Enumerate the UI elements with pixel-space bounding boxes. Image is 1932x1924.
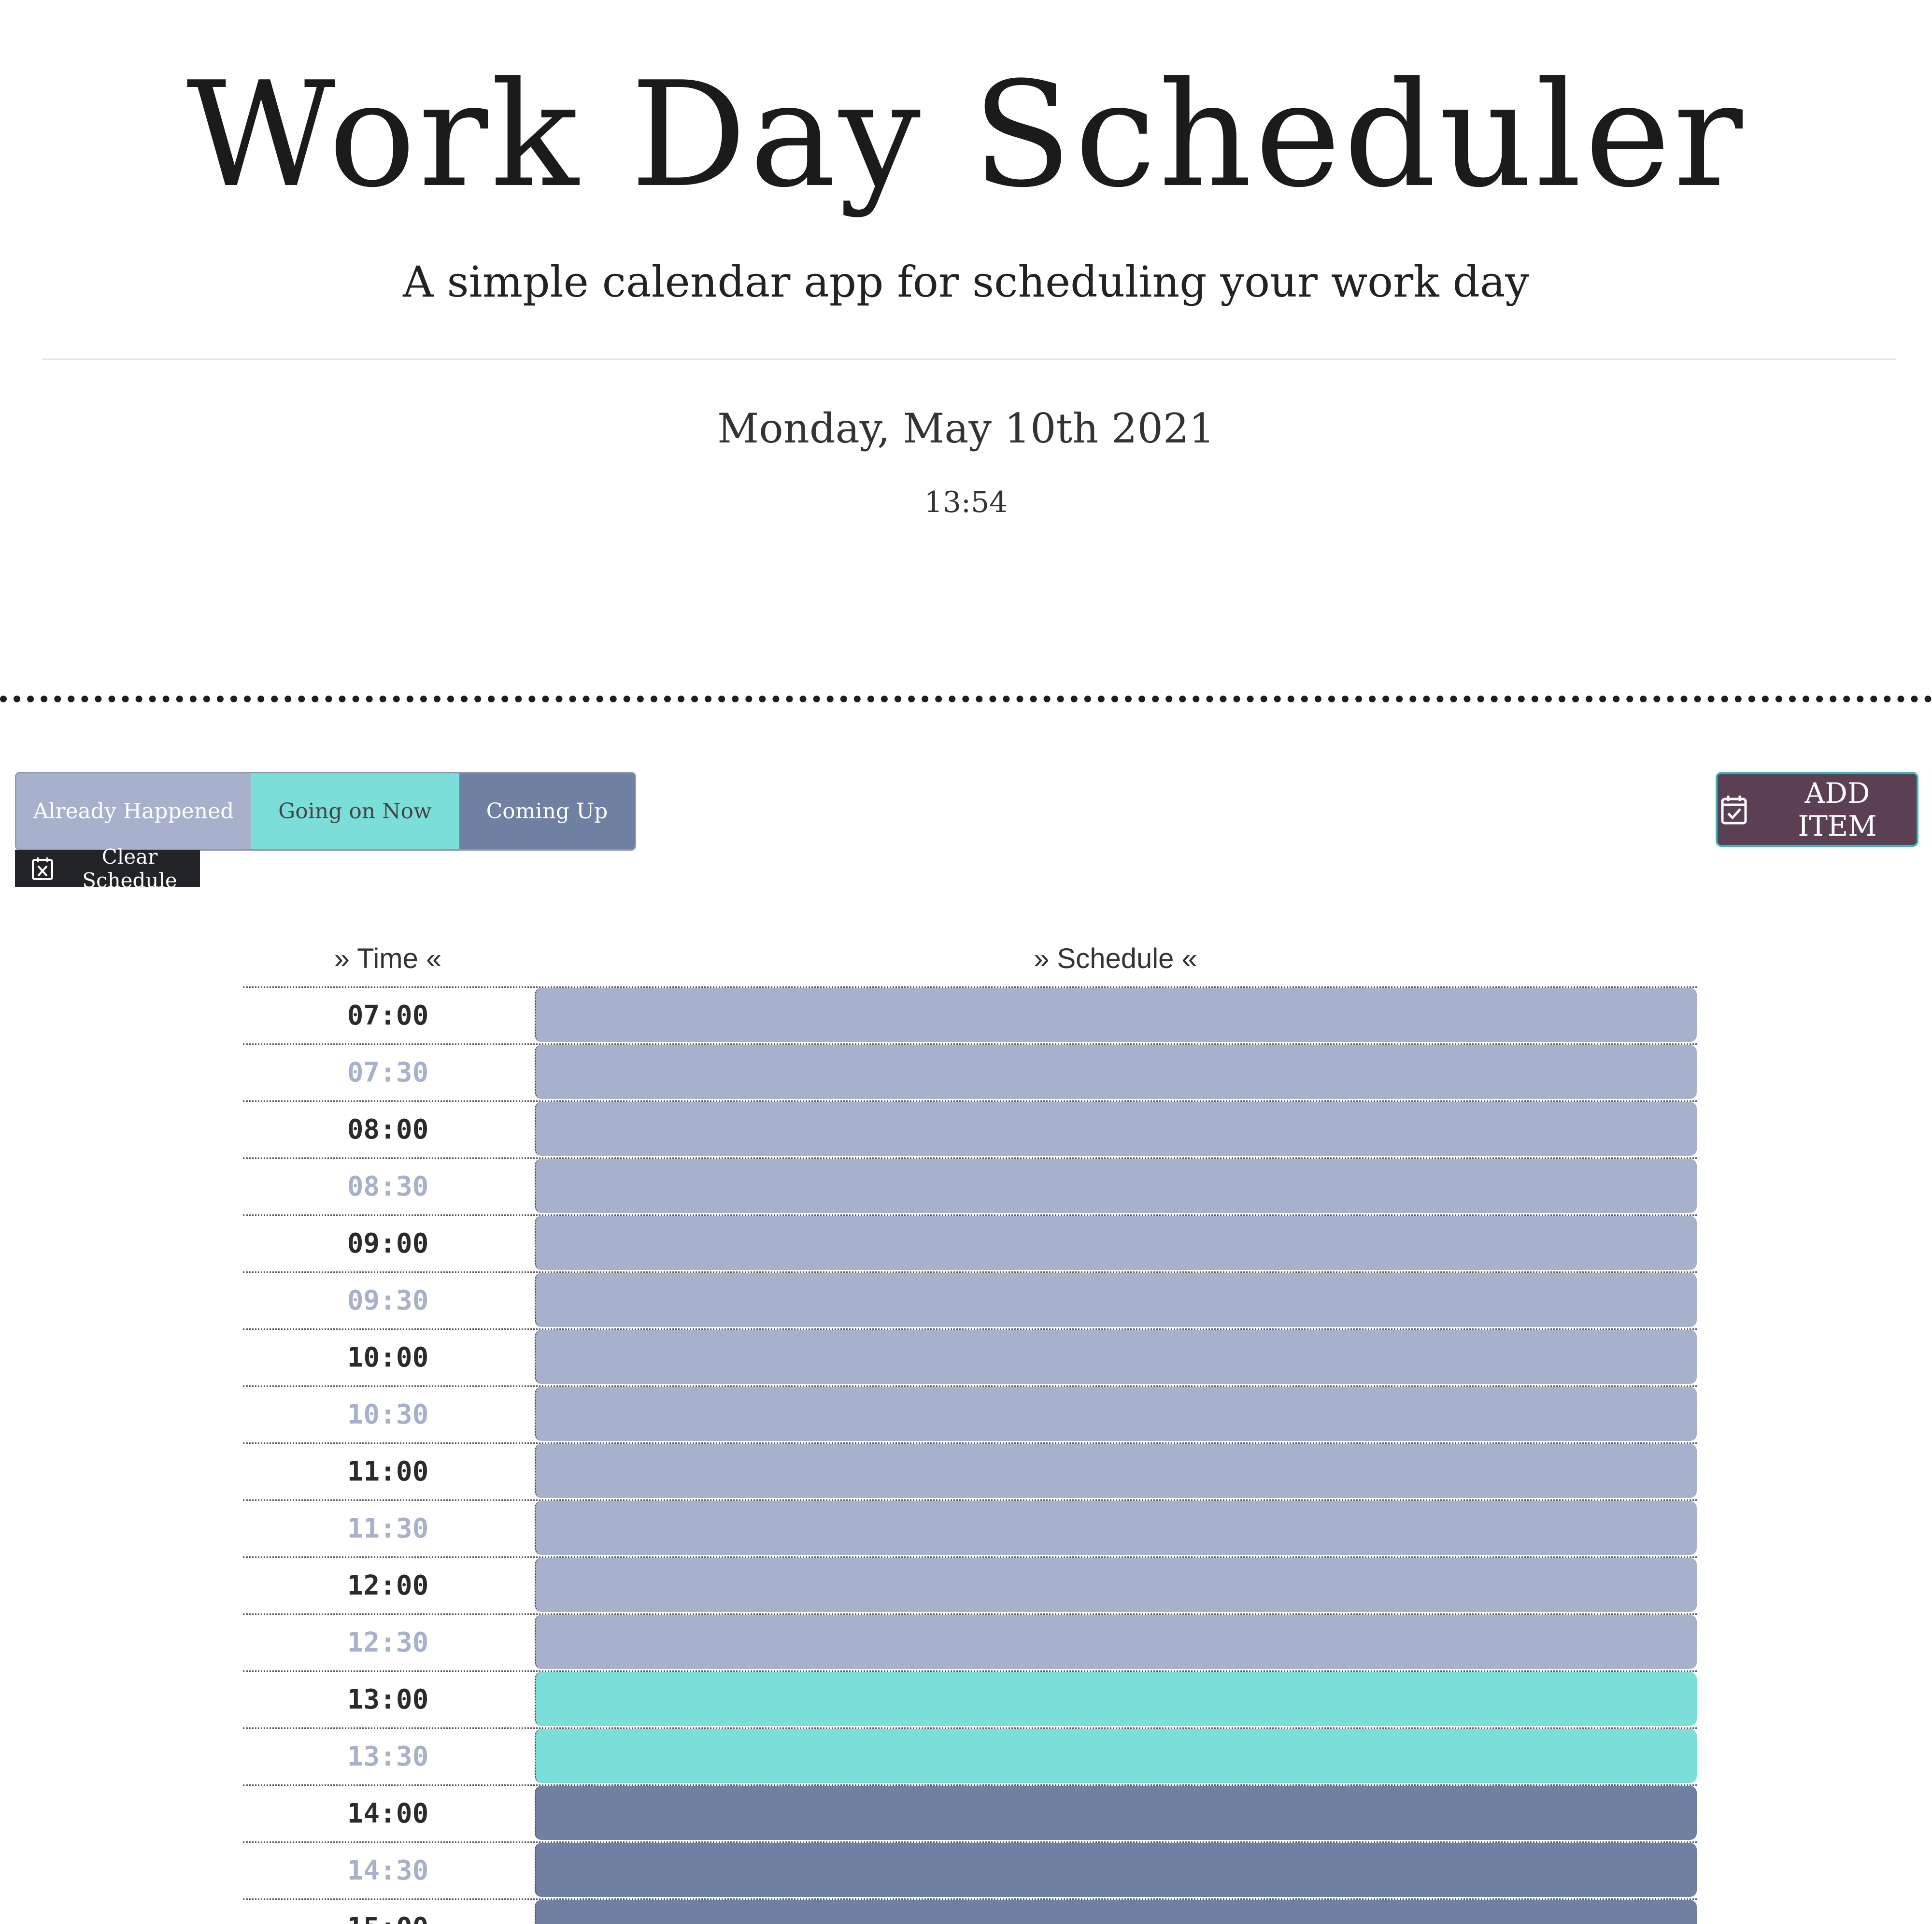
table-row: 07:30 xyxy=(243,1043,1697,1100)
table-row: 15:00 xyxy=(243,1898,1697,1924)
schedule-slot-past[interactable] xyxy=(535,1501,1697,1555)
schedule-slot-past[interactable] xyxy=(535,1444,1697,1498)
schedule-slot-present[interactable] xyxy=(535,1729,1697,1783)
clear-schedule-label: Clear Schedule xyxy=(82,845,177,892)
time-label: 07:00 xyxy=(347,1000,429,1031)
table-row: 10:00 xyxy=(243,1328,1697,1385)
table-row: 10:30 xyxy=(243,1385,1697,1442)
schedule-slot-future[interactable] xyxy=(535,1900,1697,1924)
table-row: 12:00 xyxy=(243,1556,1697,1613)
schedule-column-header: » Schedule « xyxy=(1034,943,1197,974)
legend-present: Going on Now xyxy=(251,773,459,849)
schedule-slot-future[interactable] xyxy=(535,1843,1697,1897)
time-label: 12:00 xyxy=(347,1570,429,1601)
schedule-slot-past[interactable] xyxy=(535,1330,1697,1384)
schedule-slot-past[interactable] xyxy=(535,1558,1697,1612)
table-row: 09:30 xyxy=(243,1271,1697,1328)
table-row: 08:00 xyxy=(243,1100,1697,1157)
calendar-check-icon xyxy=(1720,794,1747,825)
time-label: 11:30 xyxy=(347,1513,429,1544)
table-row: 08:30 xyxy=(243,1157,1697,1214)
time-label: 13:00 xyxy=(347,1684,429,1715)
table-row: 09:00 xyxy=(243,1214,1697,1271)
schedule-table: 07:00 07:30 08:00 08:30 09:00 09:30 10:00 10:30… xyxy=(243,986,1697,1924)
schedule-slot-past[interactable] xyxy=(535,1615,1697,1669)
schedule-slot-past[interactable] xyxy=(535,1045,1697,1099)
current-date: Monday, May 10th 2021 xyxy=(717,405,1215,452)
time-label: 10:30 xyxy=(347,1399,429,1430)
status-legend: Already Happened Going on Now Coming Up xyxy=(15,772,636,851)
header-divider xyxy=(42,358,1896,360)
add-item-button[interactable]: ADD ITEM xyxy=(1716,772,1918,847)
time-label: 07:30 xyxy=(347,1057,429,1088)
legend-future: Coming Up xyxy=(459,773,635,849)
table-row: 07:00 xyxy=(243,986,1697,1043)
schedule-slot-past[interactable] xyxy=(535,1159,1697,1213)
table-row: 13:00 xyxy=(243,1670,1697,1727)
time-label: 14:00 xyxy=(347,1798,429,1829)
add-item-label: ADD ITEM xyxy=(1798,776,1877,842)
time-label: 08:00 xyxy=(347,1114,429,1145)
legend-past: Already Happened xyxy=(16,773,251,849)
schedule-slot-future[interactable] xyxy=(535,1786,1697,1840)
section-divider xyxy=(0,696,1932,702)
time-label: 14:30 xyxy=(347,1855,429,1886)
page-title: Work Day Scheduler xyxy=(186,51,1746,219)
page-subtitle: A simple calendar app for scheduling you… xyxy=(402,257,1530,307)
current-time: 13:54 xyxy=(924,485,1008,519)
table-row: 14:30 xyxy=(243,1841,1697,1898)
schedule-slot-past[interactable] xyxy=(535,1216,1697,1270)
schedule-slot-past[interactable] xyxy=(535,1102,1697,1156)
time-label: 09:30 xyxy=(347,1285,429,1316)
table-row: 11:30 xyxy=(243,1499,1697,1556)
time-label: 12:30 xyxy=(347,1627,429,1658)
clear-schedule-button[interactable]: Clear Schedule xyxy=(15,845,200,892)
schedule-slot-past[interactable] xyxy=(535,1387,1697,1441)
schedule-slot-past[interactable] xyxy=(535,988,1697,1042)
time-label: 13:30 xyxy=(347,1741,429,1772)
time-label: 15:00 xyxy=(243,1900,533,1924)
table-row: 11:00 xyxy=(243,1442,1697,1499)
schedule-slot-present[interactable] xyxy=(535,1672,1697,1726)
table-row: 13:30 xyxy=(243,1727,1697,1784)
time-label: 10:00 xyxy=(347,1342,429,1373)
time-label: 08:30 xyxy=(347,1171,429,1202)
time-column-header: » Time « xyxy=(334,943,442,974)
calendar-x-icon xyxy=(31,856,54,881)
time-label: 11:00 xyxy=(347,1456,429,1487)
time-label: 09:00 xyxy=(347,1228,429,1259)
table-row: 14:00 xyxy=(243,1784,1697,1841)
table-row: 12:30 xyxy=(243,1613,1697,1670)
schedule-slot-past[interactable] xyxy=(535,1273,1697,1327)
